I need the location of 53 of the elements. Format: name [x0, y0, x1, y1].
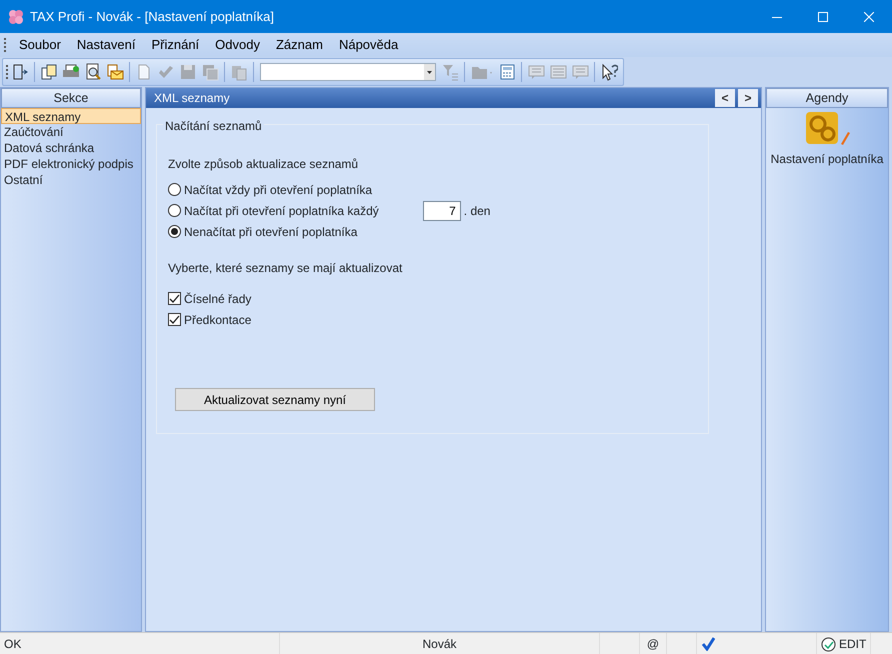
panel-header: Sekce	[1, 88, 141, 108]
check-icon	[169, 314, 180, 325]
prompt-text: Vyberte, které seznamy se mají aktualizovat	[168, 260, 402, 277]
checkbox[interactable]	[168, 313, 181, 326]
section-item[interactable]: XML seznamy	[1, 108, 141, 124]
menu-item[interactable]: Nápověda	[330, 35, 406, 55]
update-button[interactable]: Aktualizovat seznamy nyní	[175, 388, 375, 411]
checkbox[interactable]	[168, 292, 181, 305]
grip-icon	[6, 65, 9, 79]
help-pointer-icon[interactable]	[600, 63, 618, 81]
gears-icon[interactable]	[804, 111, 850, 147]
prompt-text: Zvolte způsob aktualizace seznamů	[168, 156, 358, 173]
status-text: OK	[4, 636, 22, 653]
close-button[interactable]	[864, 12, 874, 22]
radio-label[interactable]: Načítat vždy při otevření poplatníka	[184, 180, 372, 198]
radio-button[interactable]	[168, 225, 181, 238]
checkbox-label[interactable]: Předkontace	[184, 310, 252, 328]
section-item[interactable]: Ostatní	[1, 172, 141, 188]
documents-icon[interactable]	[40, 63, 58, 81]
radio-button[interactable]	[168, 183, 181, 196]
radio-label[interactable]: Načítat při otevření poplatníka každý	[184, 202, 379, 220]
panel-title: XML seznamy	[154, 90, 231, 107]
ok-icon	[821, 636, 836, 652]
radio-label[interactable]: Nenačítat při otevření poplatníka	[184, 222, 358, 240]
section-item[interactable]: Zaúčtování	[1, 124, 141, 140]
radio-button[interactable]	[168, 204, 181, 217]
status-at: @	[646, 636, 660, 653]
number-field[interactable]: 7	[422, 200, 461, 220]
envelope-icon[interactable]	[106, 63, 124, 81]
menu-item[interactable]: Záznam	[268, 35, 331, 55]
calculator-icon[interactable]	[498, 63, 516, 81]
agenda-label[interactable]: Nastavení poplatníka	[770, 150, 884, 168]
window-title: TAX Profi - Novák - [Nastavení poplatníka]	[30, 8, 275, 26]
panel-header: Agendy	[766, 88, 888, 108]
check-icon	[169, 293, 180, 304]
unit-label: . den	[464, 202, 490, 220]
menu-item[interactable]: Odvody	[207, 35, 268, 55]
section-item[interactable]: Datová schránka	[1, 140, 141, 156]
section-item[interactable]: PDF elektronický podpis	[1, 156, 141, 172]
status-user: Novák	[422, 636, 456, 653]
menu-item[interactable]: Soubor	[11, 35, 69, 55]
status-mode: EDIT	[839, 636, 866, 653]
menu-item[interactable]: Nastavení	[68, 35, 144, 55]
maximize-button[interactable]	[818, 12, 828, 22]
magnifier-icon[interactable]	[84, 63, 102, 81]
checkbox-label[interactable]: Číselné řady	[184, 290, 252, 308]
app-logo-icon	[8, 8, 24, 24]
nav-button[interactable]: <	[715, 89, 735, 107]
check-icon	[701, 637, 715, 651]
nav-button[interactable]: >	[738, 89, 758, 107]
grip-icon	[4, 38, 7, 52]
menu-item[interactable]: Přiznání	[143, 35, 208, 55]
exit-icon[interactable]	[11, 63, 29, 81]
